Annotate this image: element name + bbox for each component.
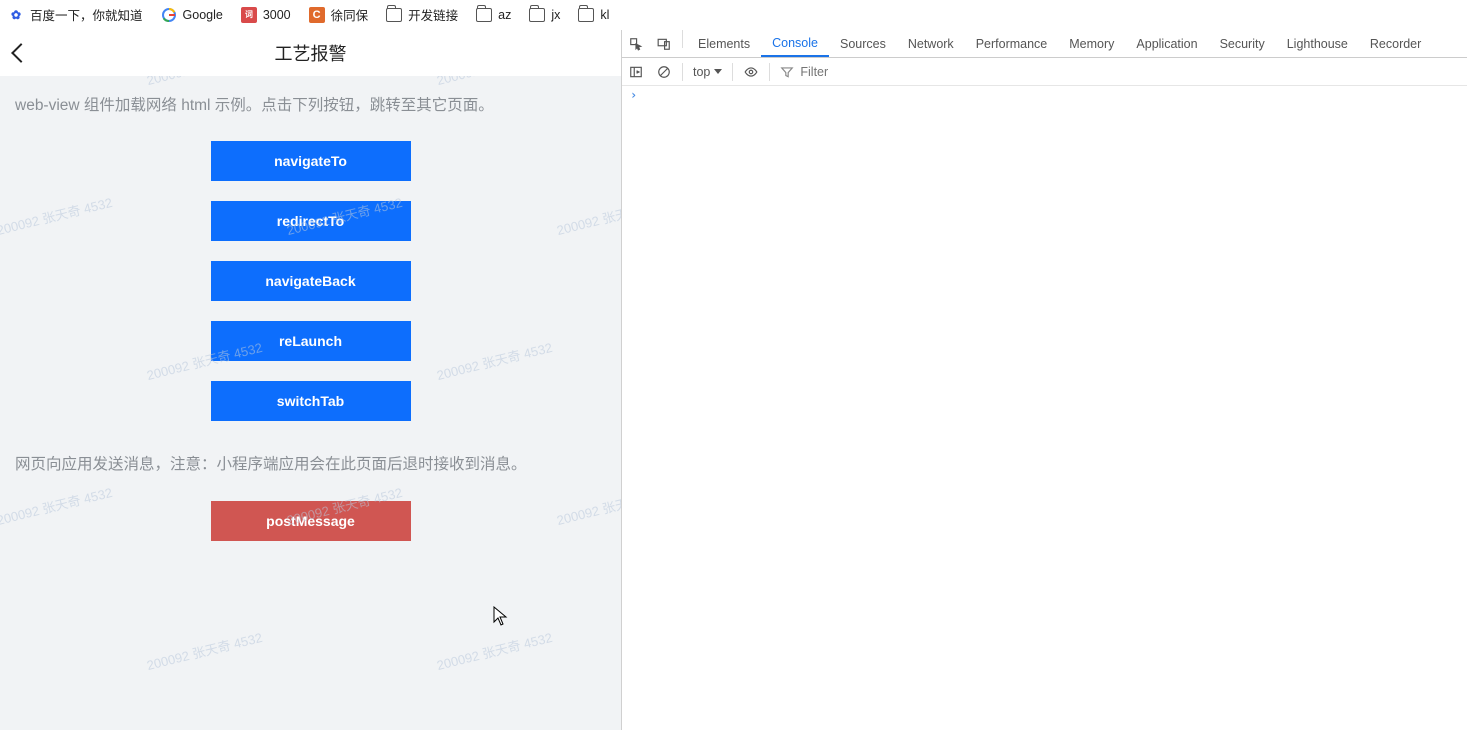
bookmark-label: kl xyxy=(600,8,609,22)
bookmark-google[interactable]: Google xyxy=(161,7,223,23)
mobile-preview-pane: 工艺报警 200092 张天奇 4532 200092 张天奇 4532 200… xyxy=(0,30,622,730)
bookmark-label: 徐同保 xyxy=(331,5,369,24)
google-icon xyxy=(161,7,177,23)
tab-console[interactable]: Console xyxy=(761,30,829,57)
tab-network[interactable]: Network xyxy=(897,30,965,57)
console-filter-bar: top xyxy=(622,58,1467,86)
bookmark-label: 3000 xyxy=(263,8,291,22)
folder-icon xyxy=(529,8,545,22)
separator xyxy=(769,63,770,81)
toggle-sidebar-icon[interactable] xyxy=(622,58,650,85)
tab-performance[interactable]: Performance xyxy=(965,30,1059,57)
bookmark-label: 开发链接 xyxy=(408,5,458,24)
clear-console-icon[interactable] xyxy=(650,58,678,85)
separator xyxy=(682,30,683,48)
filter-input[interactable] xyxy=(800,65,920,79)
bookmark-baidu[interactable]: ✿ 百度一下，你就知道 xyxy=(8,5,143,24)
bookmark-xutongbao[interactable]: C 徐同保 xyxy=(309,5,369,24)
switch-tab-button[interactable]: switchTab xyxy=(211,381,411,421)
bookmark-label: jx xyxy=(551,8,560,22)
bookmark-folder-devlinks[interactable]: 开发链接 xyxy=(386,5,458,24)
devtools-tab-bar: Elements Console Sources Network Perform… xyxy=(622,30,1467,58)
bookmark-label: 百度一下，你就知道 xyxy=(30,5,143,24)
watermark: 200092 张天奇 4532 xyxy=(144,76,264,89)
tab-recorder[interactable]: Recorder xyxy=(1359,30,1432,57)
folder-icon xyxy=(578,8,594,22)
bookmark-folder-az[interactable]: az xyxy=(476,8,511,22)
bookmark-folder-jx[interactable]: jx xyxy=(529,8,560,22)
tab-security[interactable]: Security xyxy=(1209,30,1276,57)
bookmark-label: az xyxy=(498,8,511,22)
baidu-icon: ✿ xyxy=(8,7,24,23)
device-toolbar-icon[interactable] xyxy=(650,30,678,57)
filter-wrap xyxy=(774,65,1467,79)
mobile-body: 200092 张天奇 4532 200092 张天奇 4532 200092 张… xyxy=(0,76,621,730)
folder-icon xyxy=(476,8,492,22)
console-prompt-icon: › xyxy=(630,88,637,102)
mobile-header: 工艺报警 xyxy=(0,30,621,76)
separator xyxy=(682,63,683,81)
execution-context-select[interactable]: top xyxy=(687,65,728,79)
bookmarks-bar: ✿ 百度一下，你就知道 Google 词 3000 C 徐同保 开发链接 az … xyxy=(0,0,1467,30)
inspect-element-icon[interactable] xyxy=(622,30,650,57)
devtools-pane: Elements Console Sources Network Perform… xyxy=(622,30,1467,730)
watermark: 200092 张天奇 4532 xyxy=(144,627,264,674)
tab-elements[interactable]: Elements xyxy=(687,30,761,57)
page-title: 工艺报警 xyxy=(0,40,621,66)
message-button-group: postMessage xyxy=(15,501,606,541)
bookmark-folder-kl[interactable]: kl xyxy=(578,8,609,22)
tab-application[interactable]: Application xyxy=(1125,30,1208,57)
description-2: 网页向应用发送消息，注意：小程序端应用会在此页面后退时接收到消息。 xyxy=(15,453,606,476)
live-expression-icon[interactable] xyxy=(737,58,765,85)
description-1: web-view 组件加载网络 html 示例。点击下列按钮，跳转至其它页面。 xyxy=(15,94,606,117)
mouse-cursor-icon xyxy=(493,606,509,633)
post-message-button[interactable]: postMessage xyxy=(211,501,411,541)
filter-icon xyxy=(780,65,794,79)
square-icon: C xyxy=(309,7,325,23)
folder-icon xyxy=(386,8,402,22)
tab-sources[interactable]: Sources xyxy=(829,30,897,57)
nav-button-group: navigateTo redirectTo navigateBack reLau… xyxy=(15,141,606,421)
navigate-to-button[interactable]: navigateTo xyxy=(211,141,411,181)
chevron-down-icon xyxy=(714,69,722,74)
bookmark-label: Google xyxy=(183,8,223,22)
bookmark-3000[interactable]: 词 3000 xyxy=(241,7,291,23)
separator xyxy=(732,63,733,81)
context-label: top xyxy=(693,65,710,79)
navigate-back-button[interactable]: navigateBack xyxy=(211,261,411,301)
watermark: 200092 张天奇 4532 xyxy=(434,76,554,89)
tab-lighthouse[interactable]: Lighthouse xyxy=(1276,30,1359,57)
console-output[interactable]: › xyxy=(622,86,1467,730)
tab-memory[interactable]: Memory xyxy=(1058,30,1125,57)
relaunch-button[interactable]: reLaunch xyxy=(211,321,411,361)
square-icon: 词 xyxy=(241,7,257,23)
redirect-to-button[interactable]: redirectTo xyxy=(211,201,411,241)
watermark: 200092 张天奇 4532 xyxy=(434,627,554,674)
